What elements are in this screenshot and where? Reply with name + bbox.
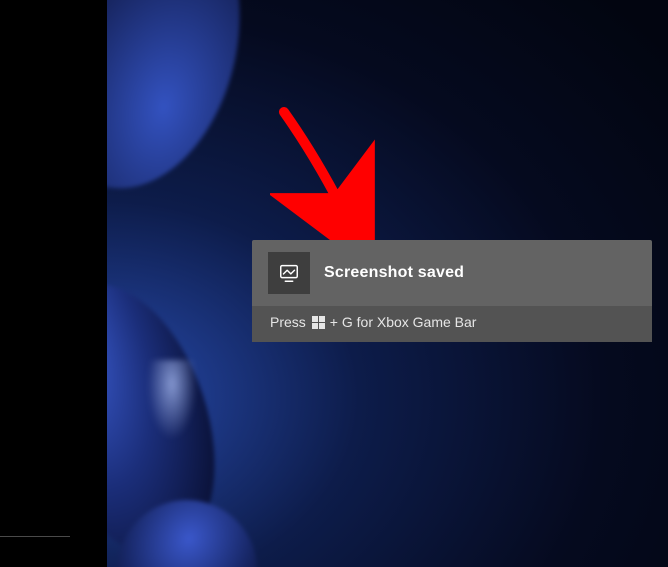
screenshot-capture-icon (268, 252, 310, 294)
windows-logo-icon (312, 315, 326, 329)
hint-suffix: + G for Xbox Game Bar (330, 314, 477, 330)
left-black-panel (0, 0, 107, 567)
wallpaper-highlight (147, 360, 197, 440)
left-panel-divider (0, 536, 70, 537)
hint-prefix: Press (270, 314, 306, 330)
notification-hint: Press + G for Xbox Game Bar (252, 306, 652, 342)
screenshot-viewport: Screenshot saved Press + G for Xbox Game… (0, 0, 668, 567)
notification-header: Screenshot saved (252, 240, 652, 306)
screenshot-saved-notification[interactable]: Screenshot saved Press + G for Xbox Game… (252, 240, 652, 342)
wallpaper-petal (107, 0, 266, 208)
notification-title: Screenshot saved (324, 264, 464, 282)
